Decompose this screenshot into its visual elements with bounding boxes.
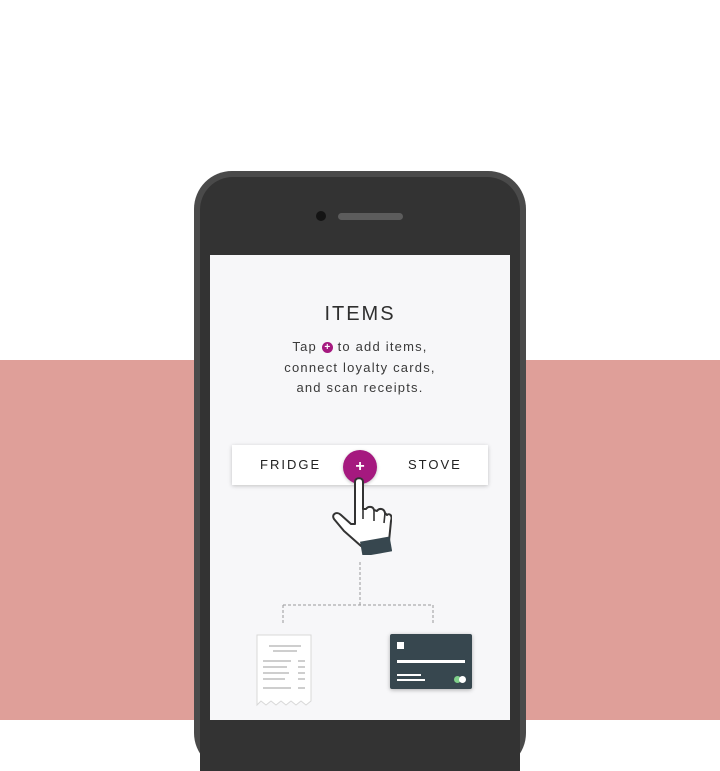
- phone-screen: ITEMS Tap + to add items, connect loyalt…: [210, 255, 510, 720]
- card-text-line: [397, 674, 421, 676]
- camera-icon: [316, 211, 326, 221]
- card-logo-circle: [459, 676, 466, 683]
- receipt-icon: [256, 634, 312, 707]
- speaker-icon: [338, 213, 403, 220]
- loyalty-card-icon: [390, 634, 472, 689]
- card-text-line: [397, 679, 425, 681]
- card-chip: [397, 642, 404, 649]
- card-logo-icon: [454, 676, 466, 683]
- card-stripe: [397, 660, 465, 663]
